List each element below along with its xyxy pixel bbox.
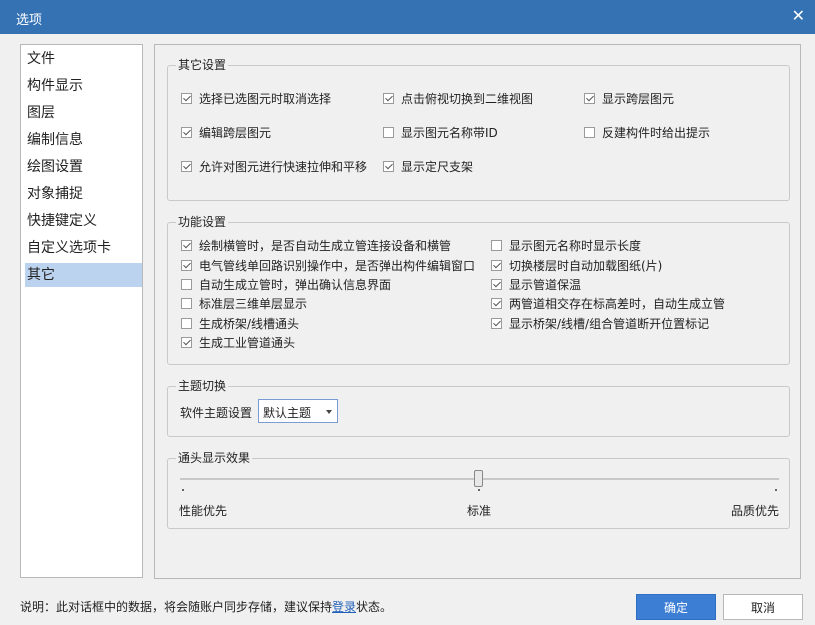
login-link[interactable]: 登录 — [332, 600, 356, 614]
option-auto-load-drawings[interactable]: 切换楼层时自动加载图纸(片) — [491, 256, 662, 274]
sidebar-item-shortcuts[interactable]: 快捷键定义 — [25, 209, 142, 233]
slider-label-performance: 性能优先 — [179, 504, 228, 518]
option-industrial-pipe-fittings[interactable]: 生成工业管道通头 — [181, 333, 295, 351]
checkbox[interactable] — [181, 126, 192, 138]
sidebar-item-component-display[interactable]: 构件显示 — [25, 74, 142, 98]
option-deselect-on-select[interactable]: 选择已选图元时取消选择 — [181, 89, 331, 107]
option-reverse-build-prompt[interactable]: 反建构件时给出提示 — [584, 123, 710, 141]
checkbox[interactable] — [181, 239, 192, 251]
checkbox[interactable] — [181, 92, 192, 104]
other-settings-title: 其它设置 — [176, 58, 229, 72]
checkbox[interactable] — [383, 92, 394, 104]
option-show-length-with-name[interactable]: 显示图元名称时显示长度 — [491, 236, 641, 254]
theme-title: 主题切换 — [176, 379, 229, 393]
checkbox[interactable] — [181, 278, 192, 290]
close-icon[interactable]: ✕ — [792, 6, 805, 25]
option-quick-stretch[interactable]: 允许对图元进行快速拉伸和平移 — [181, 157, 367, 175]
option-show-pipe-insulation[interactable]: 显示管道保温 — [491, 275, 581, 293]
option-tray-fittings[interactable]: 生成桥架/线槽通头 — [181, 314, 299, 332]
checkbox[interactable] — [181, 336, 192, 348]
category-list: 文件 构件显示 图层 编制信息 绘图设置 对象捕捉 快捷键定义 自定义选项卡 其… — [20, 44, 143, 578]
checkbox[interactable] — [181, 160, 192, 172]
option-auto-riser-connect[interactable]: 绘制横管时，是否自动生成立管连接设备和横管 — [181, 236, 451, 254]
option-standard-floor-3d[interactable]: 标准层三维单层显示 — [181, 294, 307, 312]
checkbox[interactable] — [383, 126, 394, 138]
slider-tick — [775, 489, 777, 491]
slider-tick — [478, 489, 480, 491]
ok-button[interactable]: 确定 — [636, 594, 716, 620]
slider-label-quality: 品质优先 — [731, 504, 780, 518]
checkbox[interactable] — [383, 160, 394, 172]
checkbox[interactable] — [181, 259, 192, 271]
theme-select-value: 默认主题 — [263, 406, 312, 420]
cancel-button[interactable]: 取消 — [723, 594, 803, 620]
sidebar-item-object-snap[interactable]: 对象捕捉 — [25, 182, 142, 206]
option-popup-component-editor[interactable]: 电气管线单回路识别操作中，是否弹出构件编辑窗口 — [181, 256, 475, 274]
function-settings-title: 功能设置 — [176, 215, 229, 229]
option-edit-cross-layer[interactable]: 编辑跨层图元 — [181, 123, 271, 141]
option-topview-2d[interactable]: 点击俯视切换到二维视图 — [383, 89, 533, 107]
option-confirm-riser-popup[interactable]: 自动生成立管时，弹出确认信息界面 — [181, 275, 391, 293]
theme-select[interactable]: 默认主题 — [258, 399, 338, 423]
checkbox[interactable] — [584, 92, 595, 104]
sidebar-item-file[interactable]: 文件 — [25, 47, 142, 71]
sidebar-item-custom-tabs[interactable]: 自定义选项卡 — [25, 236, 142, 260]
sidebar-item-layers[interactable]: 图层 — [25, 101, 142, 125]
quality-slider-thumb[interactable] — [474, 470, 483, 487]
option-show-fixed-support[interactable]: 显示定尺支架 — [383, 157, 473, 175]
sidebar-item-other[interactable]: 其它 — [25, 263, 142, 287]
sidebar-item-compile-info[interactable]: 编制信息 — [25, 128, 142, 152]
window-title: 选项 — [16, 13, 43, 28]
option-auto-riser-elevation[interactable]: 两管道相交存在标高差时，自动生成立管 — [491, 294, 725, 312]
title-bar: 选项 ✕ — [0, 0, 815, 34]
theme-label: 软件主题设置 — [180, 406, 253, 420]
checkbox[interactable] — [491, 317, 502, 329]
checkbox[interactable] — [181, 317, 192, 329]
sync-note: 说明：此对话框中的数据，将会随账户同步存储，建议保持登录状态。 — [20, 600, 393, 614]
checkbox[interactable] — [181, 297, 192, 309]
option-show-cross-layer[interactable]: 显示跨层图元 — [584, 89, 674, 107]
checkbox[interactable] — [491, 278, 502, 290]
option-show-break-marks[interactable]: 显示桥架/线槽/组合管道断开位置标记 — [491, 314, 709, 332]
checkbox[interactable] — [491, 297, 502, 309]
checkbox[interactable] — [491, 239, 502, 251]
slider-label-standard: 标准 — [467, 504, 492, 518]
slider-tick — [182, 489, 184, 491]
option-show-name-id[interactable]: 显示图元名称带ID — [383, 123, 498, 141]
checkbox[interactable] — [491, 259, 502, 271]
fitting-display-title: 通头显示效果 — [176, 451, 253, 465]
checkbox[interactable] — [584, 126, 595, 138]
sidebar-item-drawing-settings[interactable]: 绘图设置 — [25, 155, 142, 179]
chevron-down-icon — [326, 410, 332, 414]
